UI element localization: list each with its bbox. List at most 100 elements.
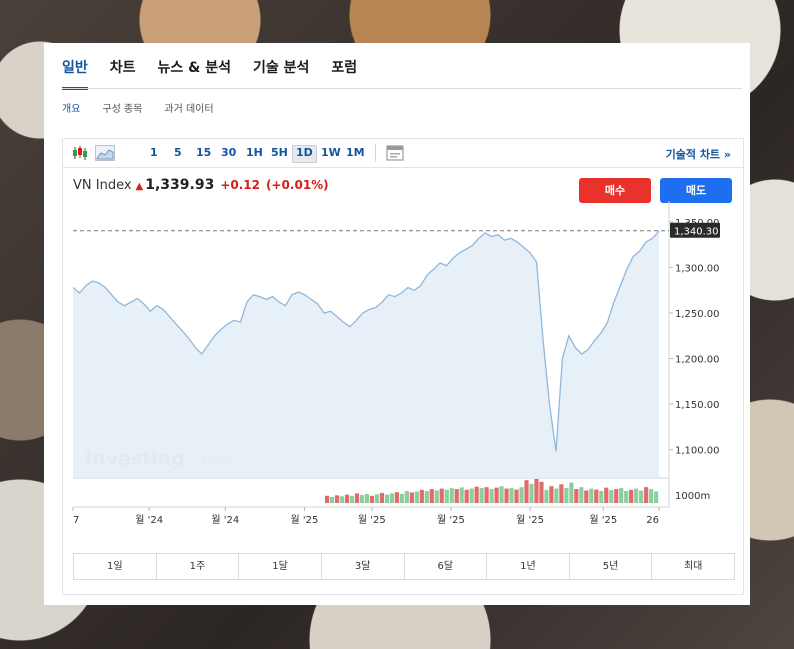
volume-bar xyxy=(489,489,494,503)
volume-bar xyxy=(654,491,659,503)
x-tick-label: 월 '24 xyxy=(135,514,163,526)
volume-bar xyxy=(559,484,564,503)
subtab-components[interactable]: 구성 종목 xyxy=(102,100,142,115)
y-tick-label: 1,150.00 xyxy=(675,400,720,411)
tab-news-analysis[interactable]: 뉴스 & 분석 xyxy=(158,53,231,90)
range-6-months[interactable]: 6달 xyxy=(405,554,488,579)
last-value-label: 1,340.30 xyxy=(674,226,719,237)
main-tabs: 일반 차트 뉴스 & 분석 기술 분석 포럼 xyxy=(62,53,379,90)
y-tick-label: 1,250.00 xyxy=(675,309,720,320)
x-tick-label: 7 xyxy=(73,515,79,526)
volume-bar xyxy=(399,493,404,503)
volume-bar xyxy=(529,483,534,503)
volume-bar xyxy=(339,496,345,503)
volume-bar xyxy=(484,487,489,503)
volume-bar xyxy=(539,481,544,503)
volume-bar xyxy=(509,488,514,503)
volume-bar xyxy=(344,494,350,503)
volume-bar xyxy=(474,486,479,503)
volume-bar xyxy=(574,489,579,503)
volume-bar xyxy=(419,489,424,503)
volume-bar xyxy=(369,495,375,503)
y-tick-label: 1,300.00 xyxy=(675,263,720,274)
tab-chart[interactable]: 차트 xyxy=(110,53,136,90)
volume-bar xyxy=(614,489,619,503)
volume-bar xyxy=(604,487,609,503)
volume-bar xyxy=(549,486,554,503)
price-chart[interactable]: 1,100.00 1,150.00 1,200.00 1,250.00 1,300.00… xyxy=(63,139,743,549)
x-tick-label: 월 '25 xyxy=(291,514,319,526)
volume-bar xyxy=(379,492,385,503)
tab-forum[interactable]: 포럼 xyxy=(331,53,357,90)
volume-bar xyxy=(584,490,589,503)
volume-bar xyxy=(649,489,654,503)
volume-bar xyxy=(454,489,459,503)
volume-bar xyxy=(599,491,604,503)
volume-bar xyxy=(349,495,355,503)
range-3-months[interactable]: 3달 xyxy=(322,554,405,579)
volume-bar xyxy=(439,488,444,503)
volume-bar xyxy=(609,490,614,503)
volume-bar xyxy=(494,487,499,503)
range-1-day[interactable]: 1일 xyxy=(74,554,157,579)
volume-bar xyxy=(624,491,629,503)
volume-bar xyxy=(444,489,449,503)
index-overview-card: 일반 차트 뉴스 & 분석 기술 분석 포럼 개요 구성 종목 과거 데이터 1 xyxy=(44,43,750,605)
x-tick-label: 월 '25 xyxy=(589,514,617,526)
volume-bar xyxy=(409,492,414,503)
volume-bar xyxy=(414,491,419,503)
time-range-selector: 1일 1주 1달 3달 6달 1년 5년 최대 xyxy=(73,553,735,580)
volume-bar xyxy=(514,489,519,503)
volume-bar xyxy=(634,488,639,503)
range-1-week[interactable]: 1주 xyxy=(157,554,240,579)
range-1-year[interactable]: 1년 xyxy=(487,554,570,579)
volume-bar xyxy=(384,494,390,503)
volume-bar xyxy=(594,489,599,503)
volume-bar xyxy=(334,495,340,503)
volume-bar xyxy=(364,493,370,503)
tab-general[interactable]: 일반 xyxy=(62,53,88,90)
volume-bar xyxy=(464,489,469,503)
volume-bar xyxy=(469,488,474,503)
volume-bar xyxy=(564,488,569,503)
volume-axis-label: 1000m xyxy=(675,491,710,502)
x-tick-label: 월 '25 xyxy=(516,514,544,526)
volume-bar xyxy=(374,494,380,503)
volume-bar xyxy=(519,487,524,503)
volume-bar xyxy=(504,488,509,503)
volume-bar xyxy=(359,495,365,503)
tab-technical-analysis[interactable]: 기술 분석 xyxy=(253,53,309,90)
price-area-fill xyxy=(73,231,659,477)
range-max[interactable]: 최대 xyxy=(652,554,734,579)
volume-bar xyxy=(499,486,504,503)
sub-tabs: 개요 구성 종목 과거 데이터 xyxy=(62,100,236,115)
volume-bar xyxy=(619,488,624,503)
volume-bar xyxy=(424,491,429,503)
volume-bar xyxy=(589,488,594,503)
volume-bar xyxy=(404,491,409,503)
volume-bar xyxy=(639,490,644,503)
volume-bar xyxy=(554,488,559,503)
volume-bar xyxy=(354,493,360,503)
volume-bar xyxy=(449,488,454,503)
volume-bar xyxy=(434,490,439,503)
volume-bar xyxy=(629,489,634,503)
y-tick-label: 1,200.00 xyxy=(675,355,720,366)
volume-bar xyxy=(644,487,649,503)
subtab-historical-data[interactable]: 과거 데이터 xyxy=(164,100,213,115)
subtab-overview[interactable]: 개요 xyxy=(62,100,80,115)
volume-bar xyxy=(394,492,399,503)
chart-widget: 1 5 15 30 1H 5H 1D 1W 1M 기술적 차트 » VN Ind… xyxy=(62,138,744,595)
x-tick-label: 월 '25 xyxy=(437,514,465,526)
volume-bar xyxy=(429,489,434,503)
volume-bar xyxy=(569,482,574,503)
range-5-years[interactable]: 5년 xyxy=(570,554,653,579)
volume-bar xyxy=(459,487,464,503)
range-1-month[interactable]: 1달 xyxy=(239,554,322,579)
x-tick-label: 월 '24 xyxy=(211,514,239,526)
x-tick-label: 월 '25 xyxy=(358,514,386,526)
volume-bar xyxy=(325,495,330,503)
y-tick-label: 1,100.00 xyxy=(675,446,720,457)
volume-bar xyxy=(389,493,394,503)
volume-bar xyxy=(329,497,335,503)
